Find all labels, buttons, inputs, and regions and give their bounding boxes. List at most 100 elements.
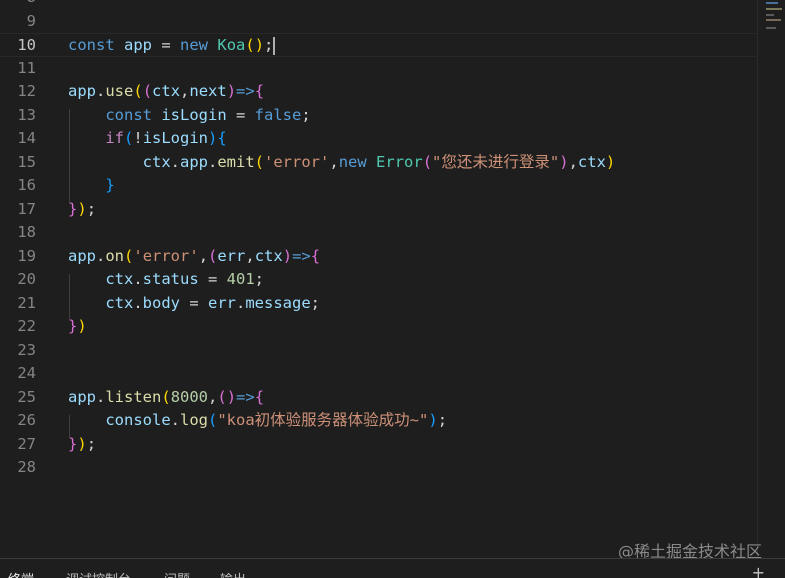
code-token: emit xyxy=(217,152,255,171)
code-line[interactable]: 17}); xyxy=(0,198,757,222)
code-token: { xyxy=(217,129,227,147)
code-line[interactable]: 14 if(!isLogin){ xyxy=(0,127,757,151)
minimap[interactable] xyxy=(764,0,785,40)
code-token: ; xyxy=(86,434,97,453)
code-token: ) xyxy=(428,411,438,429)
code-line[interactable]: 9 xyxy=(0,10,757,34)
code-line[interactable]: 24 xyxy=(0,362,757,386)
line-number: 20 xyxy=(17,270,36,288)
code-text: ctx.app.emit('error',new Error("您还未进行登录"… xyxy=(68,151,616,175)
code-line[interactable]: 21 ctx.body = err.message; xyxy=(0,292,757,316)
code-token: ) xyxy=(605,152,616,171)
minimap-line xyxy=(766,19,781,21)
code-line[interactable]: 10 const app = new Koa(); xyxy=(0,33,757,57)
line-number: 16 xyxy=(17,176,36,194)
code-token: Error xyxy=(376,152,423,171)
code-line[interactable]: 16 } xyxy=(0,174,757,198)
code-text: const isLogin = false; xyxy=(68,104,311,128)
code-token: isLogin xyxy=(161,105,227,124)
code-token: . xyxy=(133,293,143,312)
code-token: 'error' xyxy=(133,246,199,265)
code-token: ; xyxy=(264,36,274,54)
code-text: }); xyxy=(68,198,96,222)
code-line[interactable]: 13 const isLogin = false; xyxy=(0,104,757,128)
code-token: Koa xyxy=(217,36,246,54)
code-token: new xyxy=(180,36,209,54)
line-number: 15 xyxy=(17,152,36,171)
code-token: . xyxy=(133,270,143,288)
code-editor[interactable]: 89 10const app = new Koa();1112app.use((c… xyxy=(0,0,785,561)
code-token: "您还未进行登录" xyxy=(432,152,560,171)
code-token: const xyxy=(105,105,152,124)
text-cursor xyxy=(273,36,275,55)
code-token: app xyxy=(124,36,153,54)
minimap-line xyxy=(766,8,782,10)
code-line[interactable]: 8 xyxy=(0,0,757,10)
code-token: use xyxy=(105,82,134,100)
code-token: ( xyxy=(245,36,255,54)
code-token: ) xyxy=(226,82,237,100)
code-token: err xyxy=(217,246,246,265)
new-terminal-button[interactable]: + xyxy=(752,563,765,578)
code-token: ; xyxy=(310,293,321,312)
code-token: on xyxy=(105,246,125,265)
code-line[interactable]: 25 app.listen(8000,()=>{ xyxy=(0,386,757,410)
code-token: ( xyxy=(208,246,218,265)
code-token: message xyxy=(245,293,311,312)
code-token: err xyxy=(208,293,236,312)
code-token: , xyxy=(180,82,190,100)
code-line[interactable]: 19 app.on('error',(err,ctx)=>{ xyxy=(0,245,757,269)
code-token: { xyxy=(254,82,265,100)
code-token: status xyxy=(142,270,199,288)
code-token: } xyxy=(105,176,115,194)
code-line[interactable]: 22}) xyxy=(0,315,757,339)
code-line[interactable]: 20 ctx.status = 401; xyxy=(0,268,757,292)
code-token: ctx xyxy=(105,270,134,288)
line-number: 9 xyxy=(26,11,36,30)
code-token: . xyxy=(96,82,106,100)
code-line[interactable]: 27}); xyxy=(0,433,757,457)
code-line[interactable]: 11 xyxy=(0,57,757,81)
minimap-line xyxy=(766,27,776,29)
vertical-scrollbar[interactable] xyxy=(757,0,758,560)
code-line[interactable]: 26 console.log("koa初体验服务器体验成功~"); xyxy=(0,409,757,433)
code-text: }) xyxy=(68,315,87,339)
code-token: ) xyxy=(282,246,293,265)
line-number: 24 xyxy=(17,364,36,382)
code-text: const app = new Koa(); xyxy=(68,34,275,58)
code-text: ctx.body = err.message; xyxy=(68,292,320,316)
code-line[interactable]: 28 xyxy=(0,456,757,480)
code-token: , xyxy=(198,246,209,265)
code-text: app.use((ctx,next)=>{ xyxy=(68,80,264,104)
code-text: }); xyxy=(68,433,96,457)
code-token: ; xyxy=(301,105,311,124)
code-token: , xyxy=(568,152,578,171)
code-token: => xyxy=(236,387,255,406)
code-token: , xyxy=(245,246,255,265)
code-token: ; xyxy=(254,270,265,288)
code-token: = xyxy=(198,270,227,288)
code-token: { xyxy=(310,246,321,265)
code-token: => xyxy=(236,82,255,100)
code-token: ( xyxy=(254,152,265,171)
code-text: } xyxy=(68,174,115,198)
code-token: false xyxy=(254,105,302,124)
code-token: ( xyxy=(208,411,218,429)
code-line[interactable]: 15 ctx.app.emit('error',new Error("您还未进行… xyxy=(0,151,757,175)
code-token: 'error' xyxy=(264,152,330,171)
code-line[interactable]: 18 xyxy=(0,221,757,245)
code-line[interactable]: 23 xyxy=(0,339,757,363)
code-line[interactable]: 12 app.use((ctx,next)=>{ xyxy=(0,80,757,104)
code-token: new xyxy=(338,152,367,171)
line-number: 19 xyxy=(17,246,36,265)
code-token: ) xyxy=(559,152,569,171)
code-token: "koa初体验服务器体验成功~" xyxy=(217,411,429,429)
code-token: ( xyxy=(161,387,171,406)
code-token: . xyxy=(96,387,106,406)
code-token: ) xyxy=(254,36,265,54)
code-token: log xyxy=(180,411,208,429)
